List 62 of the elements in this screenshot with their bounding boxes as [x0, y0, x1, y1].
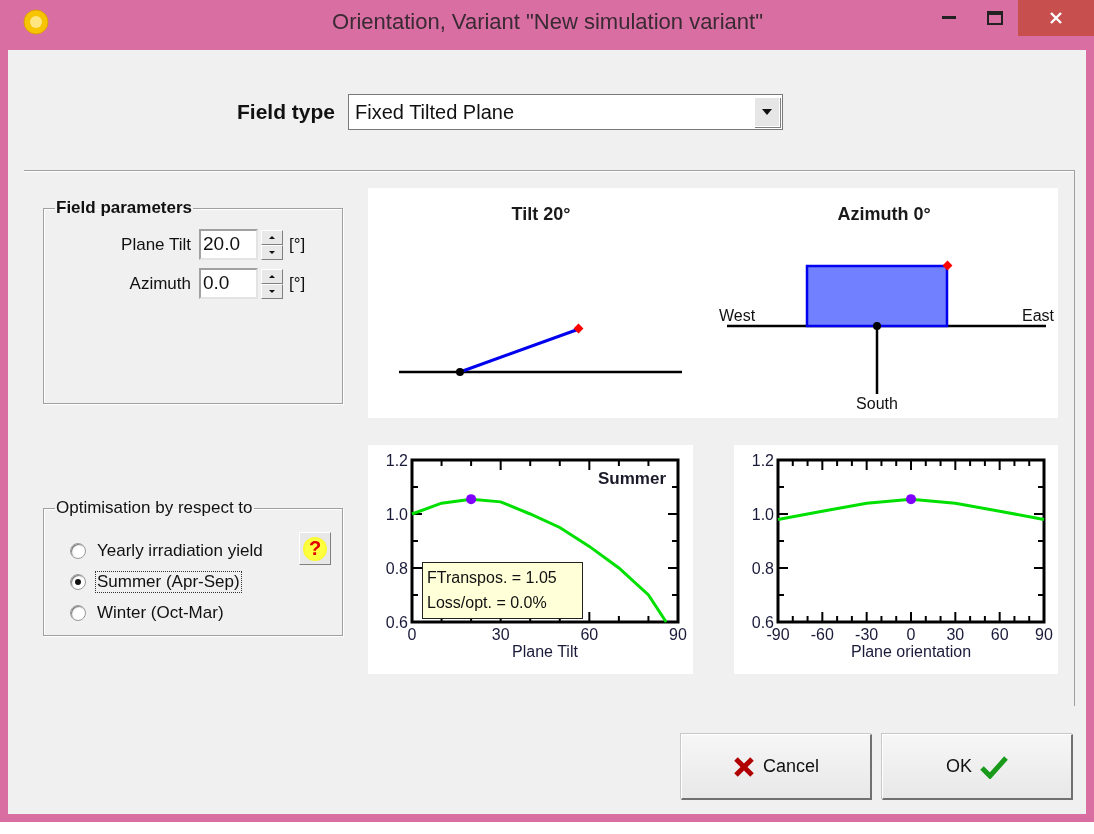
group-title: Optimisation by respect to	[55, 498, 254, 518]
tick-label: 0	[407, 626, 417, 643]
parameter-label: Azimuth	[128, 273, 192, 294]
compass-label: West	[719, 307, 756, 324]
tick-label: 0.6	[385, 614, 408, 631]
tick-label: -60	[810, 626, 834, 643]
axis-title: Plane Tilt	[512, 643, 578, 660]
unit-label: [°]	[289, 234, 306, 255]
tick-label: 0.8	[385, 560, 408, 577]
number-field[interactable]: 20.0	[199, 229, 258, 260]
tick-label: 60	[990, 626, 1009, 643]
close-button[interactable]	[1018, 0, 1094, 36]
compass-label: South	[856, 395, 898, 412]
option-label[interactable]: Winter (Oct-Mar)	[95, 602, 226, 624]
up-arrow-icon	[269, 235, 275, 239]
spin-up-button[interactable]	[261, 229, 283, 245]
tick-label: 1.0	[751, 506, 774, 523]
maximize-icon	[987, 11, 1003, 25]
option-label[interactable]: Summer (Apr-Sep)	[95, 571, 242, 593]
optimum-marker	[906, 494, 916, 505]
radio-button[interactable]	[70, 543, 86, 559]
field-type-label: Field type	[237, 100, 336, 124]
sketch-title: Azimuth 0°	[837, 204, 931, 224]
info-text: Loss/opt. = 0.0%	[427, 593, 548, 613]
tick-label: -30	[855, 626, 879, 643]
up-arrow-icon	[269, 274, 275, 278]
cancel-button[interactable]: Cancel	[681, 734, 872, 800]
option-label[interactable]: Yearly irradiation yield	[95, 540, 265, 562]
window-title: Orientation, Variant "New simulation variant"	[331, 9, 764, 35]
spin-up-button[interactable]	[261, 268, 283, 284]
tick-label: 30	[491, 626, 510, 643]
tick-label: 60	[580, 626, 599, 643]
tick-label: 0.8	[751, 560, 774, 577]
sketch-title: Tilt 20°	[511, 204, 571, 224]
help-button[interactable]: ?	[299, 532, 331, 565]
unit-label: [°]	[289, 273, 306, 294]
radio-button[interactable]	[70, 605, 86, 621]
minimize-icon	[942, 16, 956, 20]
info-text: FTranspos. = 1.05	[427, 568, 558, 588]
parameter-label: Plane Tilt	[120, 234, 192, 255]
cross-icon	[733, 755, 755, 778]
tick-label: 1.2	[751, 452, 774, 469]
down-arrow-icon	[269, 289, 275, 293]
tick-label: 30	[946, 626, 965, 643]
axis-title: Plane orientation	[850, 643, 972, 660]
tick-label: 0	[906, 626, 916, 643]
tick-label: 1.0	[385, 506, 408, 523]
field-type-dropdown[interactable]: Fixed Tilted Plane	[348, 94, 784, 130]
app-logo-icon	[23, 9, 49, 35]
tick-label: 1.2	[385, 452, 408, 469]
ok-button[interactable]: OK	[882, 734, 1073, 800]
compass-label: East	[1022, 307, 1054, 324]
number-field[interactable]: 0.0	[199, 268, 258, 299]
close-icon	[1049, 11, 1063, 25]
down-arrow-icon	[269, 250, 275, 254]
tick-label: 90	[1035, 626, 1053, 643]
radio-button[interactable]	[70, 574, 86, 590]
season-label: Summer	[597, 469, 666, 488]
check-icon	[980, 754, 1008, 779]
group-title: Field parameters	[55, 198, 194, 218]
tick-label: 90	[669, 626, 687, 643]
optimum-marker	[466, 494, 477, 505]
